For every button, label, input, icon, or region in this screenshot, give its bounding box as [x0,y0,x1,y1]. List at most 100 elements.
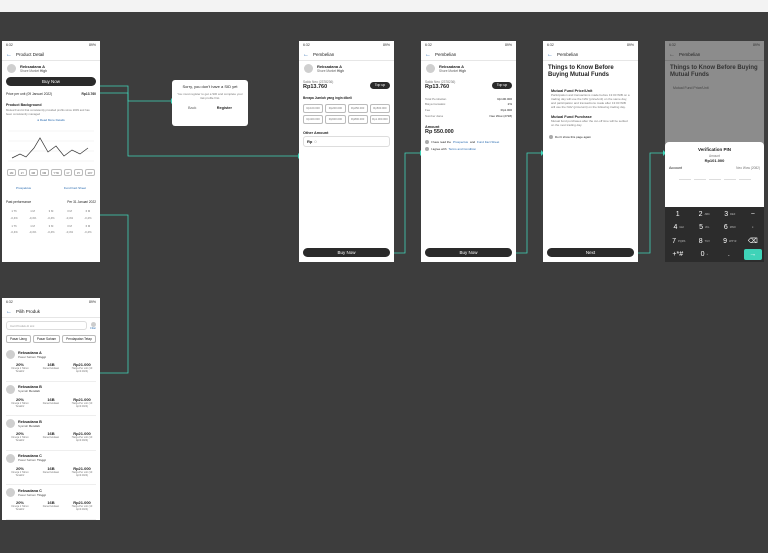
keypad-key-6[interactable]: 6 MNO [717,221,743,234]
product-category: Pasar Saham Tinggi [18,458,46,462]
amount-chip[interactable]: Rp500.000 [369,104,390,113]
account-row: Account Neo Wow (2082) [665,163,764,173]
category-tab[interactable]: Pendapatan Tetap [62,335,96,343]
period-tab[interactable]: 3M [28,169,38,176]
amount-chip[interactable]: Rp800.000 [347,115,368,124]
amount-chip[interactable]: Rp1.000.000 [369,115,390,124]
terms-checkbox[interactable]: I agree with Terms and Condition [421,144,516,154]
balance-value: Rp13.760 [303,84,328,90]
amount-prompt: Berapa Jumlah yang ingin dibeli [303,96,352,100]
product-avatar [6,488,15,497]
register-button[interactable]: Register [217,106,232,110]
price-label: Price per unit (09 Januari 2022) [6,92,53,96]
period-tab[interactable]: 1Y [63,169,73,176]
period-tab[interactable]: YTD [50,169,62,176]
category-tabs: Pasar Uang Pasar Saham Pendapatan Tetap [2,333,100,345]
keypad-key-0[interactable]: 0 + [692,248,718,261]
product-card[interactable]: Reksadana B Syariah Rendah 20% Kinerja 1 Ta… [6,382,96,416]
product-card[interactable]: Reksadana C Pasar Saham Tinggi 20% Kinerja … [6,451,96,485]
read-more-link[interactable]: ● Read More Details [6,118,96,122]
category-tab[interactable]: Pasar Saham [32,335,61,343]
stat: Rp21.000 Harga Per unit (10 April 2024) [71,500,93,511]
factsheet-link[interactable]: Fund Fact Sheet [64,186,86,190]
amount-placeholder: 0 [314,139,317,144]
other-amount-input[interactable]: Rp 0 [303,136,390,147]
amount-chip[interactable]: Rp200.000 [325,104,346,113]
period-tab[interactable]: 6M [39,169,49,176]
period-tab[interactable]: 1Y [18,169,27,176]
amount-chip[interactable]: Rp400.000 [303,115,324,124]
back-arrow-icon[interactable]: ← [6,309,12,315]
sid-dialog: Sorry, you don't have a SID yet You must… [172,80,248,126]
period-tab[interactable]: 3Y [74,169,83,176]
risk-text: Tinggi [37,492,46,497]
key-digit: 9 [723,237,728,245]
buy-now-button[interactable]: Buy Now [6,77,96,86]
period-tab[interactable]: 1M [7,169,16,176]
keypad-side-0[interactable]: − [743,208,763,221]
back-arrow-icon[interactable]: ← [669,52,675,58]
dialog-title: Sorry, you don't have a SID yet [182,84,238,89]
next-button[interactable]: Next [547,248,634,257]
keypad-key-7[interactable]: 7 PQRS [666,235,692,248]
key-digit: 7 [672,237,677,245]
stat-label: Kinerja 1 Tahun Terakhir [11,470,29,477]
back-arrow-icon[interactable]: ← [6,52,12,58]
fund-risk: High [40,69,48,73]
search-input[interactable]: Cari Produk di sini [6,321,88,330]
keypad-key-9[interactable]: 9 WXYZ [717,235,743,248]
risk-text: Rendah [29,423,41,428]
factsheet-link[interactable]: Fund Fact Sheet [477,140,499,144]
status-bar: 6:32 89% [547,43,634,47]
other-amount-label: Other Amount [303,131,329,135]
key-letters: PQRS [678,239,686,243]
keypad-key-+*#[interactable]: +*# [666,248,692,261]
keypad-key-5[interactable]: 5 JKL [692,221,718,234]
keypad-key-2[interactable]: 2 ABC [692,208,718,221]
product-category: Syariah Rendah [18,389,42,393]
keypad-key-4[interactable]: 4 GHI [666,221,692,234]
back-button[interactable]: Back [188,106,196,110]
prospectus-link[interactable]: Prospektus [16,186,31,190]
buy-now-button[interactable]: Buy Now [425,248,512,257]
fund-summary: Reksadana A Shure Market High [2,61,100,76]
filter-button[interactable]: Filter [90,321,96,330]
stat: 16B Dana Kelolaan [40,466,62,477]
keypad-key-.[interactable]: . [717,248,743,261]
dont-show-checkbox[interactable]: Don't show this page again [543,129,638,145]
amount-chip[interactable]: Rp100.000 [303,104,324,113]
prospectus-link[interactable]: Prospectus [453,140,468,144]
performance-cell: 3 M [67,209,72,214]
product-card[interactable]: Reksadana A Pasar Saham Tinggi 20% Kinerja … [6,347,96,382]
keypad-side-3[interactable]: → [743,248,762,260]
keypad-key-8[interactable]: 8 TUV [692,235,718,248]
back-arrow-icon[interactable]: ← [303,52,309,58]
screen-product-detail: 6:32 89% ← Product Detail Reksadana A Shure… [2,41,100,262]
amount-chip[interactable]: Rp250.000 [347,104,368,113]
period-tab[interactable]: 10Y [84,169,95,176]
buy-now-button[interactable]: Buy Now [303,248,390,257]
product-header: Reksadana B Syariah Rendah [6,419,96,428]
stat: 20% Kinerja 1 Tahun Terakhir [9,466,31,477]
product-avatar [6,419,15,428]
back-arrow-icon[interactable]: ← [547,52,553,58]
prospectus-checkbox[interactable]: I have read the Prospectus and Fund Fact… [421,135,516,145]
screen-things-to-know: 6:32 89% ← Pembelian Things to Know Before… [543,41,638,262]
keypad-key-3[interactable]: 3 DEF [717,208,743,221]
amount-chip[interactable]: Rp600.000 [325,115,346,124]
keypad-side-1[interactable]: · [743,221,763,234]
back-arrow-icon[interactable]: ← [425,52,431,58]
terms-link[interactable]: Terms and Condition [449,147,477,151]
category-tab[interactable]: Pasar Uang [6,335,31,343]
top-up-button[interactable]: Top up [492,81,512,89]
stat-label: Harga Per unit (10 April 2024) [71,367,93,373]
keypad-side-2[interactable]: ⌫ [743,235,763,248]
top-up-button[interactable]: Top up [370,81,390,89]
performance-chart [8,130,94,162]
key-digit: 1 [675,211,680,219]
product-card[interactable]: Reksadana C Pasar Saham Tinggi 20% Kinerja … [6,485,96,520]
product-card[interactable]: Reksadana B Syariah Rendah 20% Kinerja 1 Ta… [6,416,96,451]
keypad-key-1[interactable]: 1 [666,208,692,221]
performance-cell: 1 Th [11,209,17,214]
header: ← Pembelian [543,49,638,61]
